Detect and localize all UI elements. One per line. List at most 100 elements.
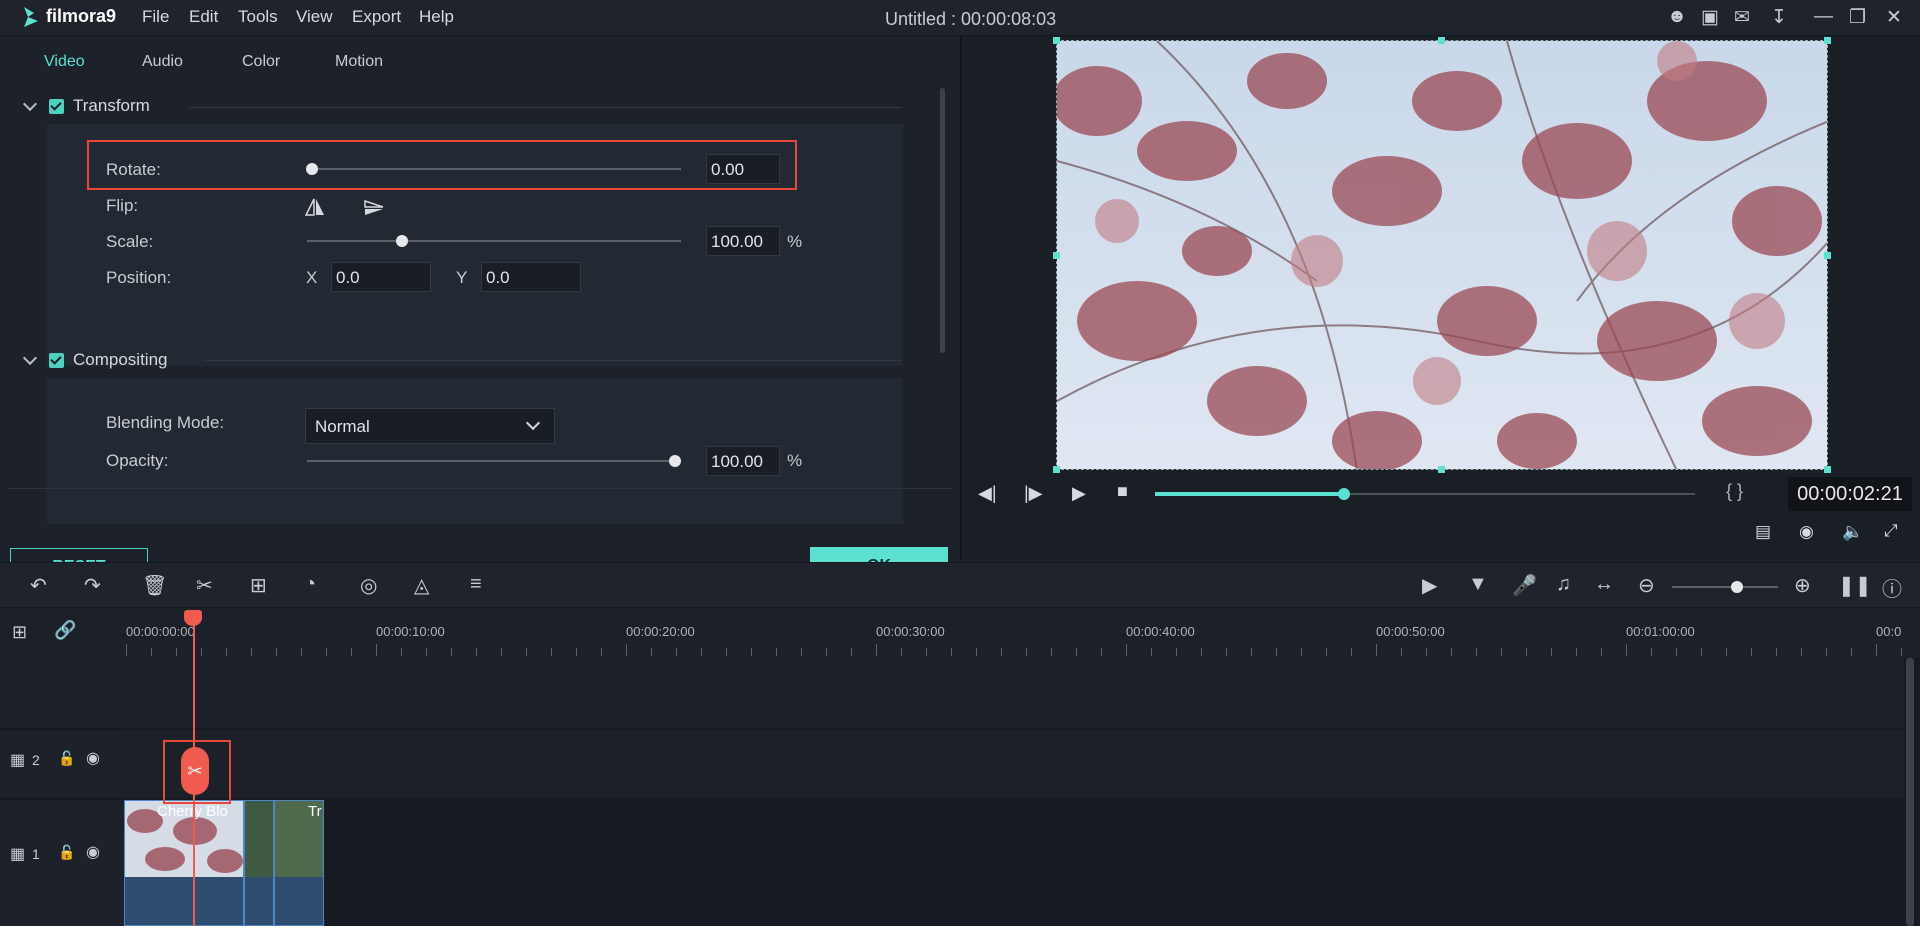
- panel-scrollbar[interactable]: [940, 88, 945, 353]
- lock-icon[interactable]: 🔓: [58, 844, 75, 861]
- mark-in-out-icon[interactable]: { }: [1726, 481, 1743, 502]
- mail-icon[interactable]: ✉: [1734, 6, 1750, 29]
- opacity-slider[interactable]: [307, 460, 681, 462]
- ruler-tick: [1376, 644, 1377, 656]
- render-icon[interactable]: ▶: [1422, 573, 1437, 598]
- menu-help[interactable]: Help: [419, 7, 454, 27]
- scale-label: Scale:: [106, 232, 154, 251]
- download-icon[interactable]: ↧: [1771, 6, 1787, 29]
- restore-icon[interactable]: ❐: [1849, 6, 1866, 29]
- compositing-checkbox[interactable]: [49, 353, 64, 368]
- fit-timeline-icon[interactable]: ↔: [1594, 573, 1614, 596]
- ruler-label: 00:00:30:00: [876, 624, 945, 639]
- zoom-out-icon[interactable]: ⊖: [1638, 573, 1655, 598]
- next-frame-icon[interactable]: |▶: [1024, 483, 1043, 504]
- cut-icon[interactable]: ✂: [196, 573, 213, 598]
- tab-color[interactable]: Color: [242, 53, 280, 71]
- ruler-tick: [201, 648, 202, 656]
- menu-file[interactable]: File: [142, 7, 169, 27]
- video-clip-cherry-blossom[interactable]: Cherry Blo: [124, 800, 244, 926]
- playback-progress-knob[interactable]: [1338, 488, 1350, 500]
- rotate-slider-knob[interactable]: [306, 163, 318, 175]
- microphone-icon[interactable]: 🎤: [1512, 573, 1537, 598]
- lock-icon[interactable]: 🔓: [58, 750, 75, 767]
- film-icon: ▦: [10, 846, 26, 863]
- ruler-tick: [1001, 648, 1002, 656]
- tab-audio[interactable]: Audio: [142, 53, 183, 71]
- zoom-slider-knob[interactable]: [1731, 581, 1743, 593]
- position-x-label: X: [306, 268, 318, 287]
- green-screen-icon[interactable]: ◬: [414, 573, 429, 598]
- close-icon[interactable]: ✕: [1886, 6, 1902, 29]
- speed-icon[interactable]: ◔: [304, 573, 316, 596]
- help-icon[interactable]: ⓘ: [1882, 573, 1902, 602]
- menu-view[interactable]: View: [296, 7, 333, 27]
- video-clip-2[interactable]: [244, 800, 274, 926]
- save-icon[interactable]: ▣: [1701, 6, 1719, 29]
- resize-handle[interactable]: [1053, 37, 1060, 44]
- play-icon[interactable]: ▶: [1072, 483, 1086, 504]
- adjust-icon[interactable]: ≡: [470, 573, 482, 596]
- redo-icon[interactable]: ↷: [84, 573, 101, 598]
- resize-handle[interactable]: [1824, 37, 1831, 44]
- eye-icon[interactable]: ◉: [86, 842, 100, 862]
- ruler-tick: [551, 648, 552, 656]
- flip-horizontal-icon[interactable]: [304, 198, 325, 221]
- scale-input[interactable]: 100.00: [706, 226, 780, 256]
- zoom-in-icon[interactable]: ⊕: [1794, 573, 1811, 598]
- ruler-tick: [1426, 648, 1427, 656]
- snapshot-icon[interactable]: ◉: [1799, 522, 1814, 542]
- rotate-slider[interactable]: [307, 168, 681, 170]
- flip-vertical-icon[interactable]: [364, 199, 384, 221]
- audio-mixer-icon[interactable]: ♫: [1556, 573, 1571, 596]
- link-icon[interactable]: 🔗: [54, 620, 76, 641]
- split-scissors-button[interactable]: ✂: [181, 747, 209, 795]
- previous-frame-icon[interactable]: ◀|: [978, 483, 997, 504]
- resize-handle[interactable]: [1824, 252, 1831, 259]
- stop-icon[interactable]: ■: [1117, 481, 1128, 502]
- position-x-input[interactable]: 0.0: [331, 262, 431, 292]
- tab-motion[interactable]: Motion: [335, 53, 383, 71]
- split-view-icon[interactable]: ❚❚: [1838, 573, 1872, 598]
- menu-tools[interactable]: Tools: [238, 7, 278, 27]
- timeline-ruler[interactable]: ⊞ 🔗 00:00:00:00 00:00:10:00 00:00:20:00 …: [0, 608, 1920, 658]
- resize-handle[interactable]: [1053, 252, 1060, 259]
- eye-icon[interactable]: ◉: [86, 748, 100, 768]
- volume-icon[interactable]: 🔈: [1842, 522, 1863, 542]
- fullscreen-icon[interactable]: ⤢: [1884, 521, 1898, 541]
- resize-handle[interactable]: [1438, 466, 1445, 473]
- user-icon[interactable]: ☻: [1667, 6, 1687, 28]
- ruler-tick: [1626, 644, 1627, 656]
- blending-mode-select[interactable]: Normal: [305, 408, 555, 444]
- crop-icon[interactable]: ⊞: [250, 573, 267, 598]
- video-preview[interactable]: [1056, 40, 1828, 470]
- menu-export[interactable]: Export: [352, 7, 401, 27]
- menu-edit[interactable]: Edit: [189, 7, 218, 27]
- delete-icon[interactable]: 🗑: [142, 573, 167, 598]
- opacity-slider-knob[interactable]: [669, 455, 681, 467]
- undo-icon[interactable]: ↶: [30, 573, 47, 598]
- display-settings-icon[interactable]: ▤: [1755, 522, 1771, 542]
- timeline-toolbar: ↶ ↷ 🗑 ✂ ⊞ ◔ ◎ ◬ ≡ ▶ ▼ 🎤 ♫ ↔ ⊖ ⊕ ❚❚ ⓘ: [0, 562, 1920, 608]
- ruler-tick: [1201, 648, 1202, 656]
- transform-checkbox[interactable]: [49, 99, 64, 114]
- track-vertical-scrollbar[interactable]: [1906, 658, 1914, 926]
- video-clip-3[interactable]: Tr: [274, 800, 324, 926]
- scale-slider-knob[interactable]: [396, 235, 408, 247]
- resize-handle[interactable]: [1438, 37, 1445, 44]
- tab-video[interactable]: Video: [44, 53, 85, 71]
- resize-handle[interactable]: [1824, 466, 1831, 473]
- position-y-input[interactable]: 0.0: [481, 262, 581, 292]
- add-track-icon[interactable]: ⊞: [12, 622, 27, 643]
- chevron-down-icon[interactable]: [22, 350, 38, 366]
- scale-slider[interactable]: [307, 240, 681, 242]
- color-icon[interactable]: ◎: [360, 573, 377, 598]
- zoom-slider[interactable]: [1672, 586, 1778, 588]
- chevron-down-icon[interactable]: [22, 96, 38, 112]
- rotate-input[interactable]: 0.00: [706, 154, 780, 184]
- opacity-input[interactable]: 100.00: [706, 446, 780, 476]
- marker-icon[interactable]: ▼: [1468, 573, 1488, 596]
- ruler-tick: [576, 648, 577, 656]
- minimize-icon[interactable]: —: [1814, 6, 1833, 28]
- resize-handle[interactable]: [1053, 466, 1060, 473]
